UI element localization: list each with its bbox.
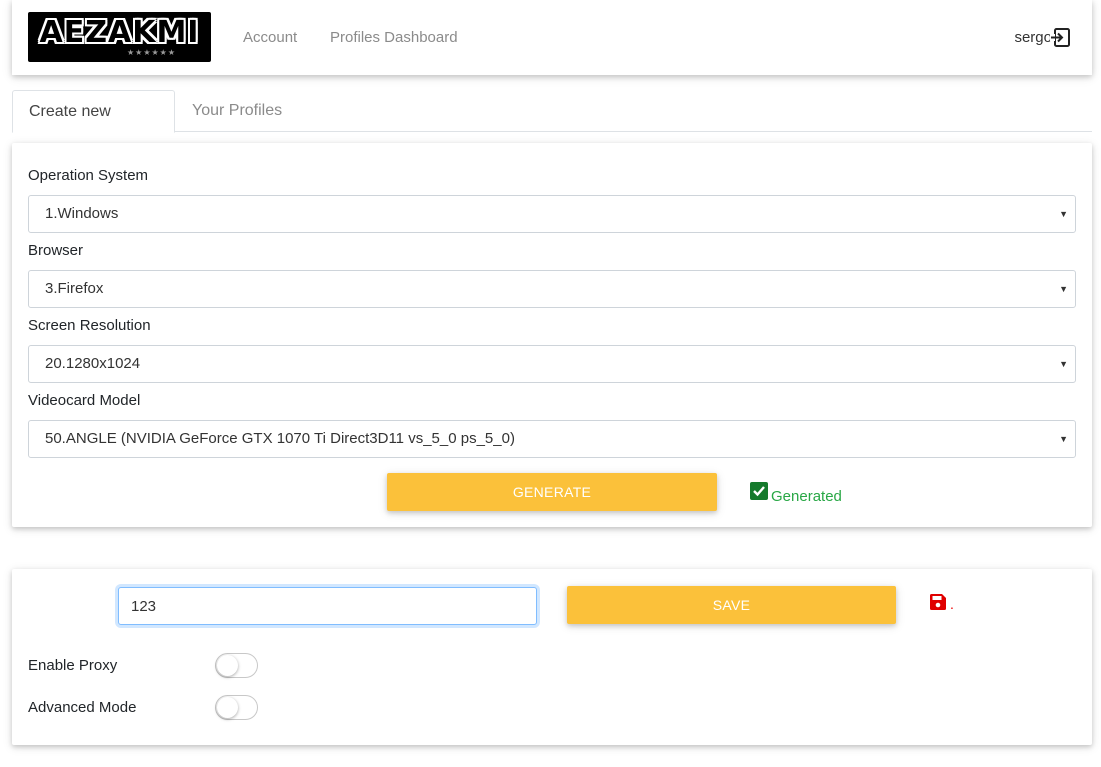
profile-generator-card: Operation System 1.Windows ▼ Browser 3.F… <box>12 143 1092 527</box>
top-navbar: AEZAKMI ★★★★★★ Account Profiles Dashboar… <box>12 0 1092 75</box>
chevron-down-icon: ▼ <box>1059 434 1068 444</box>
save-button[interactable]: SAVE <box>567 586 896 624</box>
generated-status: Generated <box>771 488 842 505</box>
logo-stars: ★★★★★★ <box>126 47 177 57</box>
resolution-select-value: 20.1280x1024 <box>45 355 141 372</box>
profile-tabs: Create new profile Your Profiles <box>12 90 1092 162</box>
browser-label: Browser <box>28 242 84 259</box>
nav-link-profiles-dashboard[interactable]: Profiles Dashboard <box>330 28 458 48</box>
advanced-mode-toggle[interactable] <box>215 695 258 720</box>
floppy-disk-icon[interactable] <box>929 593 947 611</box>
check-icon <box>753 486 765 497</box>
videocard-select-value: 50.ANGLE (NVIDIA GeForce GTX 1070 Ti Dir… <box>45 430 515 447</box>
browser-select-value: 3.Firefox <box>45 280 104 297</box>
tab-your-profiles[interactable]: Your Profiles <box>176 90 298 132</box>
os-select-value: 1.Windows <box>45 205 119 222</box>
enable-proxy-label: Enable Proxy <box>28 657 118 674</box>
generated-checkbox[interactable] <box>750 482 768 500</box>
videocard-select[interactable]: 50.ANGLE (NVIDIA GeForce GTX 1070 Ti Dir… <box>28 420 1076 458</box>
logout-icon[interactable] <box>1050 27 1071 48</box>
os-select[interactable]: 1.Windows ▼ <box>28 195 1076 233</box>
chevron-down-icon: ▼ <box>1059 284 1068 294</box>
toggle-knob <box>217 697 238 718</box>
save-profile-card: SAVE . Enable Proxy Advanced Mode <box>12 569 1092 745</box>
aezakmi-logo[interactable]: AEZAKMI ★★★★★★ <box>28 12 211 62</box>
videocard-label: Videocard Model <box>28 392 141 409</box>
resolution-select[interactable]: 20.1280x1024 ▼ <box>28 345 1076 383</box>
save-icon-note: . <box>950 596 954 612</box>
resolution-label: Screen Resolution <box>28 317 151 334</box>
os-label: Operation System <box>28 167 149 184</box>
nav-link-account[interactable]: Account <box>243 28 297 48</box>
logo-text: AEZAKMI <box>39 14 200 50</box>
chevron-down-icon: ▼ <box>1059 209 1068 219</box>
enable-proxy-toggle[interactable] <box>215 653 258 678</box>
toggle-knob <box>217 655 238 676</box>
tab-create-new-profile[interactable]: Create new profile <box>12 90 175 162</box>
generate-button[interactable]: GENERATE <box>387 473 717 511</box>
advanced-mode-label: Advanced Mode <box>28 699 137 716</box>
browser-select[interactable]: 3.Firefox ▼ <box>28 270 1076 308</box>
chevron-down-icon: ▼ <box>1059 359 1068 369</box>
username: sergo <box>1014 29 1052 46</box>
profile-name-input[interactable] <box>118 587 537 625</box>
